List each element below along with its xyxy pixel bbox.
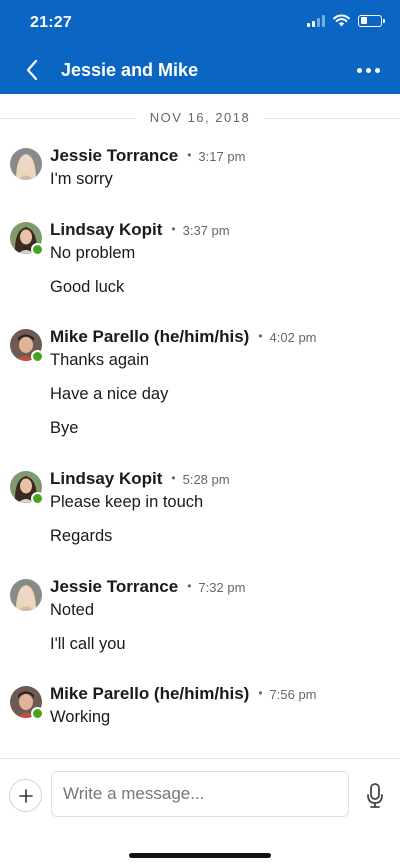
message-text: Good luck bbox=[50, 278, 125, 296]
online-indicator bbox=[31, 243, 44, 256]
online-indicator bbox=[31, 707, 44, 720]
message-composer bbox=[0, 758, 400, 865]
microphone-icon bbox=[367, 783, 383, 808]
status-time: 21:27 bbox=[30, 14, 72, 31]
home-indicator bbox=[129, 853, 271, 858]
conversation-title: Jessie and Mike bbox=[61, 60, 199, 80]
voice-message-button[interactable] bbox=[360, 781, 390, 811]
message-text: Noted bbox=[50, 601, 95, 619]
message-input[interactable] bbox=[51, 771, 349, 817]
app-header: 21:27 Jessie and Mike bbox=[0, 0, 400, 94]
avatar[interactable] bbox=[10, 329, 44, 363]
message-time: 3:17 pm bbox=[198, 149, 246, 164]
message-text: Working bbox=[50, 708, 111, 726]
message-time: 4:02 pm bbox=[269, 330, 317, 345]
plus-icon bbox=[18, 788, 33, 803]
avatar-image bbox=[10, 579, 42, 611]
message-time: 7:32 pm bbox=[198, 580, 246, 595]
add-attachment-button[interactable] bbox=[9, 779, 42, 812]
message-text: Thanks again bbox=[50, 351, 150, 369]
avatar[interactable] bbox=[10, 579, 42, 611]
battery-icon bbox=[358, 14, 385, 27]
sender-name[interactable]: Mike Parello (he/him/his) bbox=[50, 327, 249, 347]
avatar[interactable] bbox=[10, 471, 44, 505]
status-bar: 21:27 bbox=[0, 0, 400, 48]
message-text: Have a nice day bbox=[50, 385, 169, 403]
status-icons bbox=[307, 14, 385, 27]
online-indicator bbox=[31, 350, 44, 363]
message-text: I'll call you bbox=[50, 635, 126, 653]
sender-name[interactable]: Mike Parello (he/him/his) bbox=[50, 684, 249, 704]
message-text: I'm sorry bbox=[50, 170, 113, 188]
avatar-image bbox=[10, 148, 42, 180]
cellular-signal-icon bbox=[307, 14, 325, 27]
message-time: 3:37 pm bbox=[182, 223, 230, 238]
sender-line: Lindsay Kopit • 3:37 pm bbox=[50, 220, 230, 240]
sender-name[interactable]: Lindsay Kopit bbox=[50, 469, 162, 489]
message-text: No problem bbox=[50, 244, 136, 262]
sender-name[interactable]: Jessie Torrance bbox=[50, 577, 178, 597]
avatar[interactable] bbox=[10, 222, 44, 256]
message-time: 7:56 pm bbox=[269, 687, 317, 702]
more-horizontal-icon bbox=[356, 67, 362, 73]
sender-name[interactable]: Lindsay Kopit bbox=[50, 220, 162, 240]
sender-line: Jessie Torrance • 3:17 pm bbox=[50, 146, 246, 166]
message-text: Please keep in touch bbox=[50, 493, 204, 511]
message-time: 5:28 pm bbox=[182, 472, 230, 487]
date-divider: NOV 16, 2018 bbox=[0, 108, 400, 128]
date-divider-label: NOV 16, 2018 bbox=[135, 108, 265, 128]
sender-name[interactable]: Jessie Torrance bbox=[50, 146, 178, 166]
avatar[interactable] bbox=[10, 148, 42, 180]
wifi-icon bbox=[333, 14, 350, 27]
message-text: Regards bbox=[50, 527, 113, 545]
online-indicator bbox=[31, 492, 44, 505]
message-text: Bye bbox=[50, 419, 79, 437]
sender-line: Mike Parello (he/him/his) • 4:02 pm bbox=[50, 327, 317, 347]
avatar[interactable] bbox=[10, 686, 44, 720]
sender-line: Lindsay Kopit • 5:28 pm bbox=[50, 469, 230, 489]
chevron-left-icon bbox=[26, 59, 38, 81]
back-button[interactable] bbox=[20, 56, 44, 84]
sender-line: Jessie Torrance • 7:32 pm bbox=[50, 577, 246, 597]
more-options-button[interactable] bbox=[352, 58, 384, 82]
sender-line: Mike Parello (he/him/his) • 7:56 pm bbox=[50, 684, 317, 704]
